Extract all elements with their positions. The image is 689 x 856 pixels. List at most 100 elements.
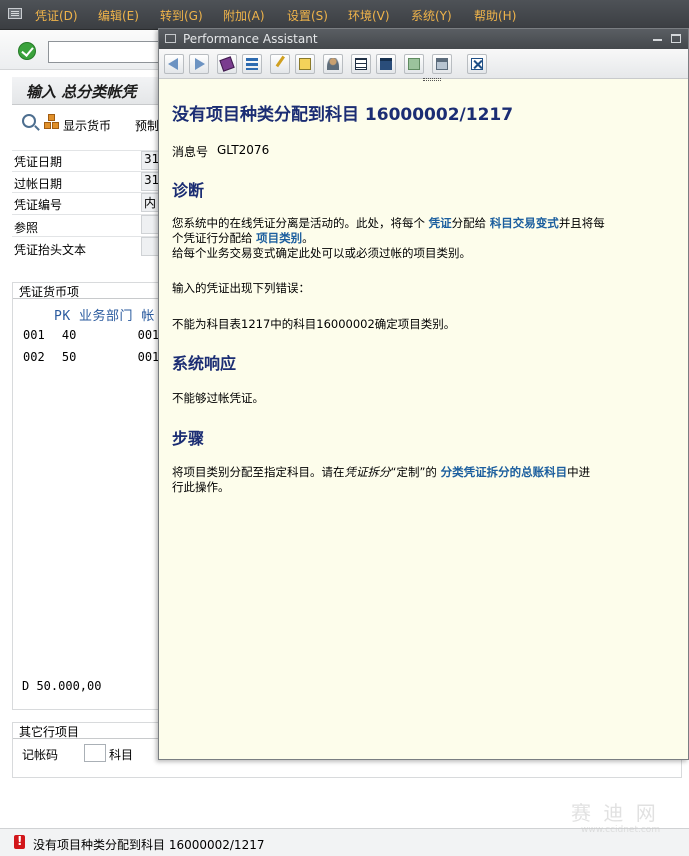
edit-button[interactable] bbox=[270, 54, 293, 74]
transaction-variant-link[interactable]: 科目交易变式 bbox=[490, 216, 559, 230]
row-number: 002 bbox=[23, 350, 45, 364]
error-intro: 输入的凭证出现下列错误： bbox=[172, 281, 310, 295]
structure-button[interactable] bbox=[242, 54, 262, 74]
posting-key: 40 bbox=[61, 328, 77, 342]
minimize-icon[interactable] bbox=[653, 39, 662, 41]
menu-bar: 凭证(D) 编辑(E) 转到(G) 附加(A) 设置(S) 环境(V) 系统(Y… bbox=[0, 0, 689, 30]
procedure-text: “定制”的 bbox=[390, 465, 441, 479]
posting-key: 50 bbox=[61, 350, 77, 364]
diagnosis-text: 个凭证行分配给 bbox=[172, 231, 257, 245]
maximize-icon[interactable] bbox=[671, 34, 681, 43]
search-icon[interactable] bbox=[22, 114, 36, 128]
error-detail: 不能为科目表1217中的科目16000002确定项目类别。 bbox=[172, 317, 456, 331]
person-icon bbox=[327, 58, 339, 70]
close-icon bbox=[471, 58, 483, 70]
system-response-text: 不能够过帐凭证。 bbox=[172, 391, 264, 405]
table-button[interactable] bbox=[351, 54, 371, 74]
divider bbox=[12, 192, 160, 193]
forward-button[interactable] bbox=[189, 54, 209, 74]
procedure-line-1: 将项目类别分配至指定科目。请在凭证拆分“定制”的 分类凭证拆分的总账科目中进 bbox=[172, 464, 590, 480]
menu-system[interactable]: 系统(Y) bbox=[411, 7, 452, 24]
arrow-right-icon bbox=[195, 58, 205, 70]
watermark: 赛 迪 网 www.ccidnet.com bbox=[535, 795, 685, 845]
technical-info-button[interactable] bbox=[217, 54, 237, 74]
currency-icon[interactable] bbox=[44, 114, 62, 130]
window-title: Performance Assistant bbox=[183, 32, 318, 46]
system-menu-icon[interactable] bbox=[8, 8, 22, 19]
assistant-toolbar bbox=[159, 49, 688, 79]
items-table: 凭证货币项 bbox=[12, 282, 163, 710]
command-field[interactable] bbox=[48, 41, 168, 63]
window-icon bbox=[380, 58, 392, 70]
menu-help[interactable]: 帮助(H) bbox=[474, 7, 516, 24]
diagnosis-line-2: 个凭证行分配给 项目类别。 bbox=[172, 230, 314, 246]
document-link[interactable]: 凭证 bbox=[429, 216, 452, 230]
window-icon bbox=[165, 34, 176, 43]
diagnosis-text: 分配给 bbox=[451, 216, 490, 230]
diagnosis-text: 您系统中的在线凭证分离是活动的。此处，将每个 bbox=[172, 216, 429, 230]
display-currency-button[interactable]: 显示货币 bbox=[63, 117, 111, 134]
screen-title-bar: 输入 总分类帐凭 bbox=[12, 77, 172, 105]
printer-icon bbox=[436, 58, 448, 70]
user-button[interactable] bbox=[323, 54, 343, 74]
debit-total: D 50.000,00 bbox=[22, 679, 102, 693]
preview-button[interactable]: 预制 bbox=[135, 117, 159, 134]
procedure-text: 中进 bbox=[567, 465, 591, 479]
document-date-label: 凭证日期 bbox=[14, 155, 63, 169]
divider bbox=[12, 171, 160, 172]
window-titlebar[interactable]: Performance Assistant bbox=[159, 29, 688, 49]
watermark-url: www.ccidnet.com bbox=[581, 825, 661, 835]
message-number-label: 消息号 bbox=[172, 145, 209, 159]
menu-edit[interactable]: 编辑(E) bbox=[98, 7, 139, 24]
page-title: 输入 总分类帐凭 bbox=[26, 83, 137, 101]
tree-icon bbox=[246, 58, 258, 70]
application-toolbar: 显示货币 预制 bbox=[12, 110, 172, 138]
reference-label: 参照 bbox=[14, 221, 39, 235]
menu-extras[interactable]: 附加(A) bbox=[223, 7, 265, 24]
document-number-label: 凭证编号 bbox=[14, 198, 63, 212]
menu-goto[interactable]: 转到(G) bbox=[160, 7, 203, 24]
divider bbox=[13, 298, 163, 299]
performance-assistant-window: Performance Assistant 没有项目种类分配到科目 160000… bbox=[158, 28, 689, 760]
menu-settings[interactable]: 设置(S) bbox=[287, 7, 328, 24]
status-message[interactable]: 没有项目种类分配到科目 16000002/1217 bbox=[33, 836, 264, 853]
print-button[interactable] bbox=[432, 54, 452, 74]
diagnosis-title: 诊断 bbox=[172, 181, 205, 200]
export-icon bbox=[408, 58, 420, 70]
message-heading: 没有项目种类分配到科目 16000002/1217 bbox=[172, 105, 514, 125]
items-column-header: PK 业务部门 帐 bbox=[54, 309, 155, 324]
procedure-text: 凭证拆分 bbox=[344, 465, 391, 479]
divider bbox=[12, 150, 160, 151]
divider bbox=[12, 236, 160, 237]
diagnosis-line-3: 给每个业务交易变式确定此处可以或必须过帐的项目类别。 bbox=[172, 246, 471, 260]
diagnosis-line-1: 您系统中的在线凭证分离是活动的。此处，将每个 凭证分配给 科目交易变式并且将每 bbox=[172, 215, 605, 231]
window-button[interactable] bbox=[376, 54, 396, 74]
back-button[interactable] bbox=[164, 54, 184, 74]
system-response-title: 系统响应 bbox=[172, 354, 237, 373]
diagnosis-text: 并且将每 bbox=[558, 216, 605, 230]
header-text-label: 凭证抬头文本 bbox=[14, 243, 87, 257]
item-category-link[interactable]: 项目类别 bbox=[256, 231, 302, 245]
table-row[interactable]: 001 40 0016 bbox=[23, 328, 167, 342]
posting-key-label: 记帐码 bbox=[22, 748, 59, 762]
posting-key-input[interactable] bbox=[84, 744, 106, 762]
table-icon bbox=[355, 58, 367, 70]
export-button[interactable] bbox=[404, 54, 424, 74]
error-icon bbox=[14, 834, 25, 849]
enter-check-icon[interactable] bbox=[18, 42, 36, 60]
table-row[interactable]: 002 50 0011 bbox=[23, 350, 167, 364]
note-button[interactable] bbox=[295, 54, 315, 74]
divider bbox=[13, 738, 163, 739]
pencil-icon bbox=[275, 55, 293, 73]
gl-account-link[interactable]: 分类凭证拆分的总账科目 bbox=[441, 465, 568, 479]
menu-environment[interactable]: 环境(V) bbox=[348, 7, 390, 24]
procedure-title: 步骤 bbox=[172, 429, 205, 448]
procedure-text: 将项目类别分配至指定科目。请在 bbox=[172, 465, 345, 479]
row-number: 001 bbox=[23, 328, 45, 342]
menu-document[interactable]: 凭证(D) bbox=[35, 7, 78, 24]
note-icon bbox=[299, 58, 311, 70]
book-icon bbox=[219, 56, 235, 72]
arrow-left-icon bbox=[168, 58, 178, 70]
account-label: 科目 bbox=[109, 748, 134, 762]
close-button[interactable] bbox=[467, 54, 487, 74]
